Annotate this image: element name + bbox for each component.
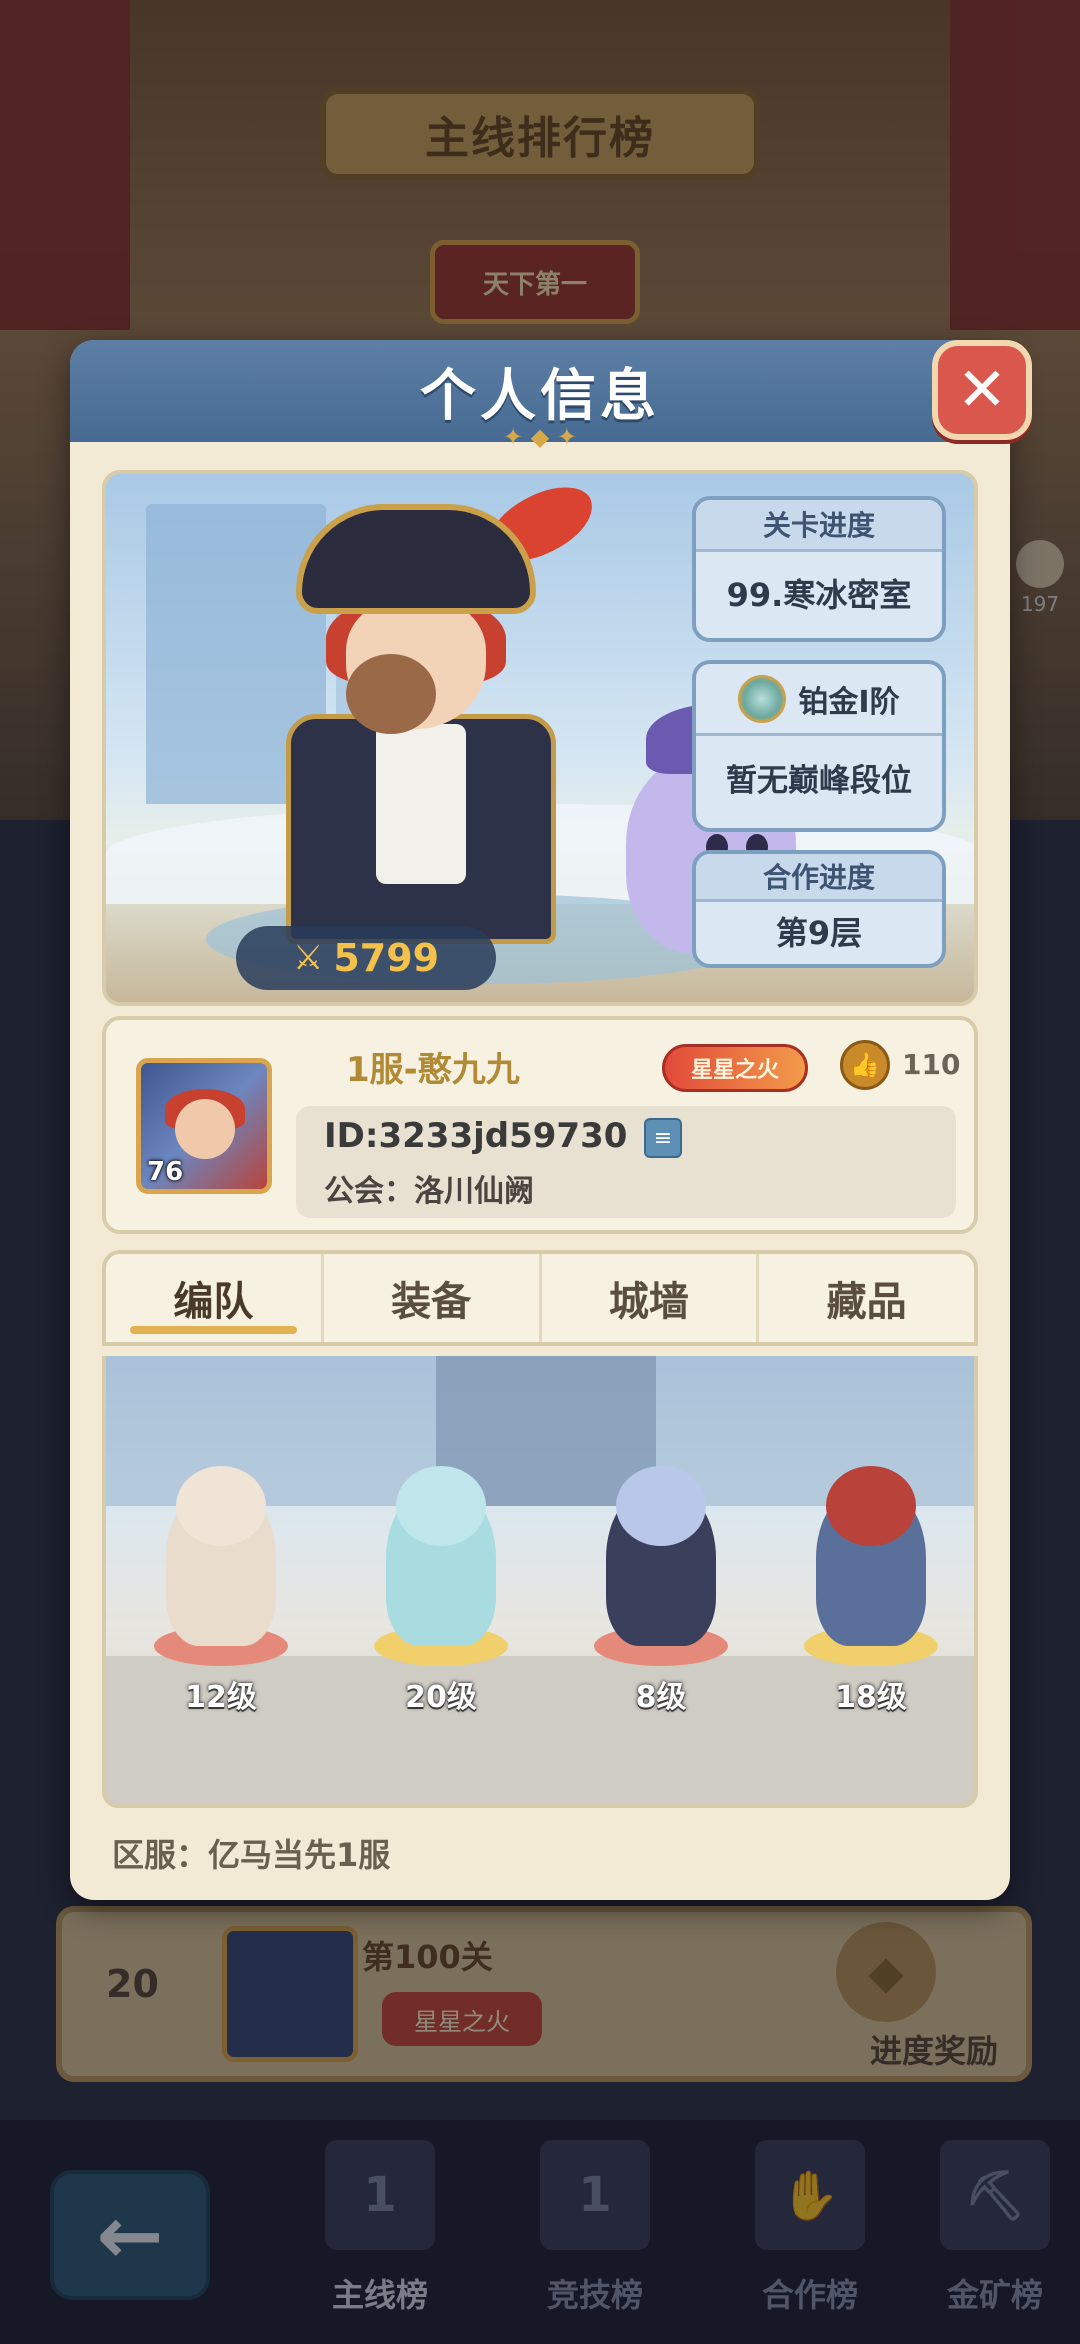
stage-progress-card: 关卡进度 99.寒冰密室 bbox=[692, 496, 946, 642]
team-hero-2[interactable]: 20级 bbox=[356, 1466, 526, 1726]
coop-progress-value: 第9层 bbox=[775, 914, 863, 952]
tab-wall-label: 城墙 bbox=[608, 1279, 689, 1325]
player-title-badge: 星星之火 bbox=[662, 1044, 808, 1092]
stage-progress-label: 关卡进度 bbox=[696, 500, 942, 552]
tab-bar: 编队 装备 城墙 藏品 bbox=[102, 1250, 978, 1346]
player-info-panel: 76 1服-憨九九 星星之火 👍 110 ID:3233jd59730 ≡ 公会… bbox=[102, 1016, 978, 1234]
close-button[interactable]: ✕ bbox=[932, 340, 1032, 440]
power-value: 5799 bbox=[333, 936, 440, 980]
id-box: ID:3233jd59730 ≡ 公会：洛川仙阙 bbox=[296, 1106, 956, 1218]
team-hero-4-level: 18级 bbox=[835, 1680, 907, 1715]
tab-collection[interactable]: 藏品 bbox=[759, 1254, 974, 1342]
team-hero-1-level: 12级 bbox=[185, 1680, 257, 1715]
avatar-level: 76 bbox=[147, 1157, 184, 1187]
team-hero-4[interactable]: 18级 bbox=[786, 1466, 956, 1726]
close-icon: ✕ bbox=[956, 355, 1008, 425]
pirate-hero-figure bbox=[256, 476, 603, 964]
tab-equipment-label: 装备 bbox=[391, 1279, 472, 1325]
player-info-modal: 个人信息 ✦ ◆ ✦ ⚔ 5799 关卡进度 99.寒冰密室 铂金I阶 暂无巅峰… bbox=[70, 340, 1010, 1900]
sword-icon: ⚔ bbox=[292, 938, 324, 978]
thumbs-up-icon[interactable]: 👍 bbox=[840, 1040, 890, 1090]
rank-card: 铂金I阶 暂无巅峰段位 bbox=[692, 660, 946, 832]
tab-collection-label: 藏品 bbox=[826, 1279, 907, 1325]
guild-name: 公会：洛川仙阙 bbox=[324, 1174, 534, 1209]
stage-progress-value: 99.寒冰密室 bbox=[726, 576, 912, 614]
platinum-emblem-icon bbox=[738, 674, 787, 723]
rank-tier: 铂金I阶 bbox=[798, 684, 900, 720]
coop-progress-label: 合作进度 bbox=[696, 854, 942, 902]
tab-formation-label: 编队 bbox=[173, 1279, 254, 1325]
tab-formation[interactable]: 编队 bbox=[106, 1254, 324, 1342]
tab-equipment[interactable]: 装备 bbox=[324, 1254, 542, 1342]
team-hero-2-level: 20级 bbox=[405, 1680, 477, 1715]
like-count: 110 bbox=[902, 1048, 961, 1081]
avatar[interactable]: 76 bbox=[136, 1058, 272, 1194]
peak-rank-value: 暂无巅峰段位 bbox=[726, 763, 912, 799]
tab-wall[interactable]: 城墙 bbox=[542, 1254, 760, 1342]
player-id: ID:3233jd59730 bbox=[324, 1116, 628, 1156]
formation-scene: 12级 20级 8级 18级 bbox=[102, 1356, 978, 1808]
coop-progress-card: 合作进度 第9层 bbox=[692, 850, 946, 968]
server-label: 区服：亿马当先1服 bbox=[112, 1836, 391, 1874]
team-hero-1[interactable]: 12级 bbox=[136, 1466, 306, 1726]
copy-icon[interactable]: ≡ bbox=[644, 1118, 682, 1158]
active-tab-indicator bbox=[130, 1326, 297, 1334]
power-badge: ⚔ 5799 bbox=[236, 926, 496, 990]
monkey-pet bbox=[346, 654, 436, 734]
team-hero-3-level: 8级 bbox=[635, 1680, 687, 1715]
hero-showcase: ⚔ 5799 关卡进度 99.寒冰密室 铂金I阶 暂无巅峰段位 合作进度 第9层 bbox=[102, 470, 978, 1006]
modal-title: 个人信息 bbox=[420, 363, 660, 429]
ornament-icon: ✦ ◆ ✦ bbox=[503, 423, 577, 451]
team-hero-3[interactable]: 8级 bbox=[576, 1466, 746, 1726]
player-name: 1服-憨九九 bbox=[346, 1050, 520, 1090]
